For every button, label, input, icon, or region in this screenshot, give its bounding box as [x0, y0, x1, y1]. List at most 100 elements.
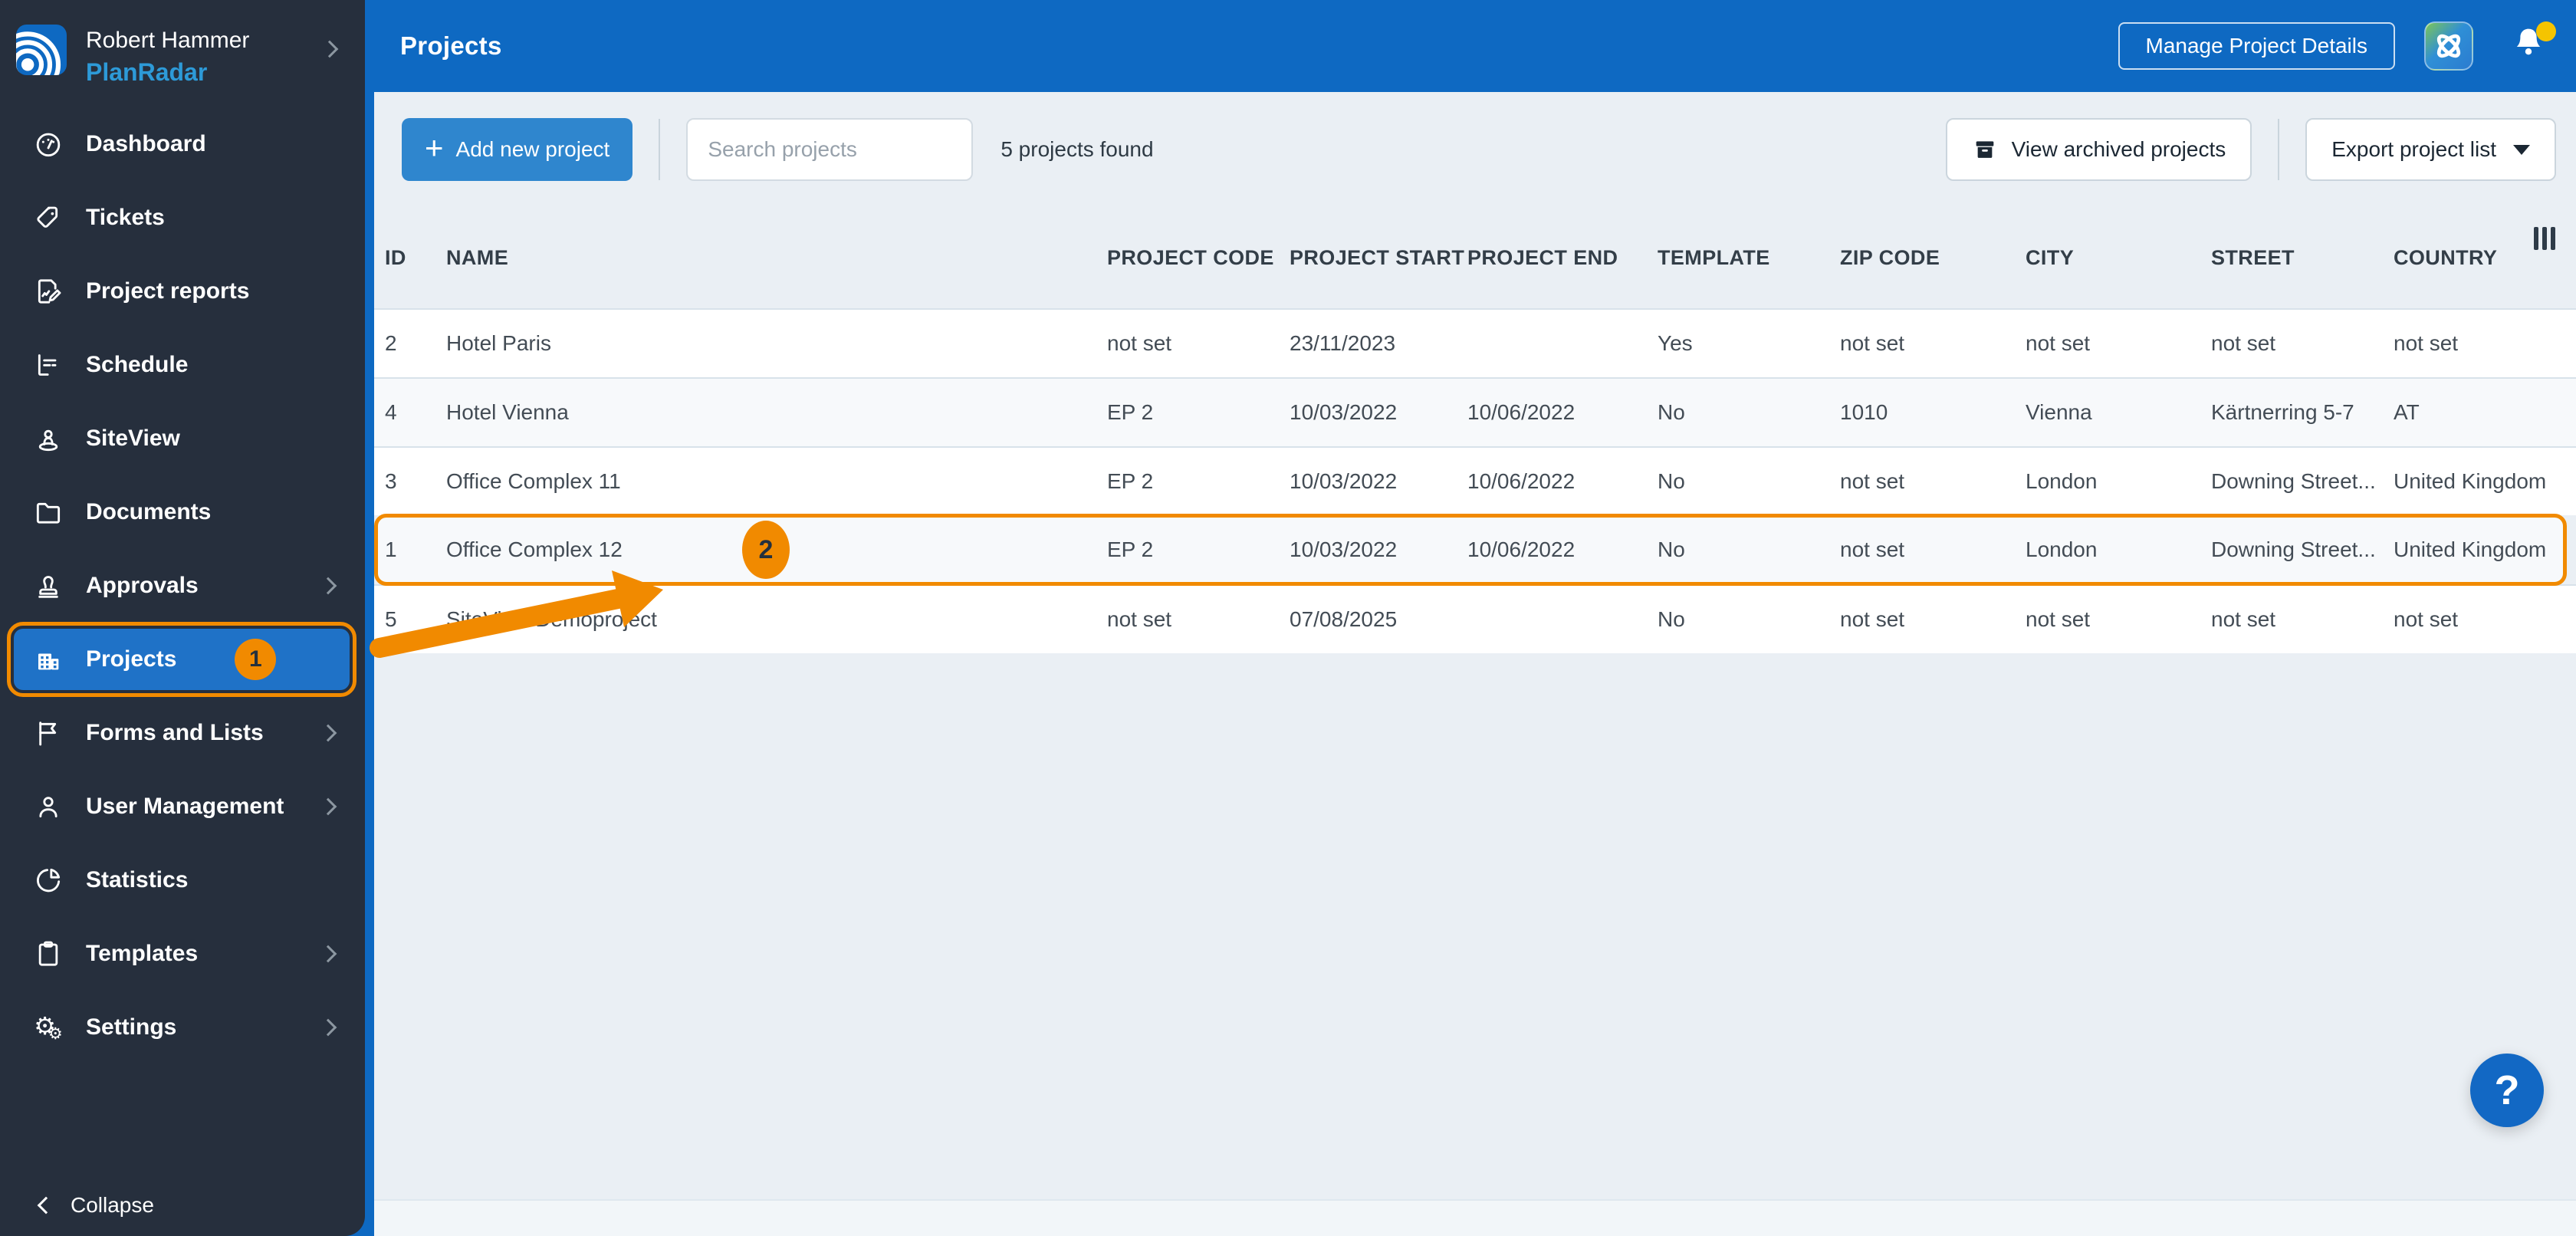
- chevron-right-icon: [319, 724, 337, 742]
- documents-icon: [31, 497, 66, 528]
- column-header-code[interactable]: PROJECT CODE: [1107, 246, 1290, 270]
- chevron-right-icon: [319, 1018, 337, 1037]
- export-project-list-label: Export project list: [2331, 137, 2496, 161]
- table-row[interactable]: 1 Office Complex 12 EP 2 10/03/2022 10/06/20…: [374, 514, 2567, 586]
- sidebar-item-label: Settings: [86, 1014, 177, 1040]
- table-row[interactable]: 5 SiteView Demoproject not set 07/08/2025 No…: [374, 584, 2576, 653]
- notifications-button[interactable]: [2510, 21, 2556, 67]
- sidebar-item-projects[interactable]: Projects 1: [7, 622, 356, 697]
- manage-project-details-button[interactable]: Manage Project Details: [2118, 22, 2395, 70]
- search-input[interactable]: [686, 118, 974, 181]
- sidebar-item-forms-and-lists[interactable]: Forms and Lists: [0, 696, 365, 770]
- templates-icon: [31, 939, 66, 969]
- cell-street: Downing Street...: [2211, 469, 2376, 493]
- cell-zip: 1010: [1840, 400, 1888, 424]
- help-button[interactable]: ?: [2470, 1054, 2544, 1127]
- cell-name: Hotel Vienna: [446, 400, 569, 424]
- sidebar-item-siteview[interactable]: SiteView: [0, 402, 365, 475]
- toolbar-divider: [2278, 119, 2280, 180]
- cell-street: Kärtnerring 5-7: [2211, 400, 2354, 424]
- approvals-icon: [31, 570, 66, 601]
- company-name: PlanRadar: [86, 58, 208, 86]
- chevron-right-icon: [319, 945, 337, 963]
- column-header-city[interactable]: CITY: [2026, 246, 2211, 270]
- column-header-end[interactable]: PROJECT END: [1467, 246, 1658, 270]
- column-header-name[interactable]: NAME: [446, 246, 1107, 270]
- user-profile[interactable]: Robert Hammer PlanRadar: [0, 0, 365, 100]
- cell-template: No: [1658, 537, 1685, 561]
- sidebar-item-templates[interactable]: Templates: [0, 917, 365, 991]
- view-archived-projects-button[interactable]: View archived projects: [1945, 118, 2252, 181]
- cell-template: No: [1658, 400, 1685, 424]
- user-name: Robert Hammer: [86, 28, 250, 53]
- table-row[interactable]: 4 Hotel Vienna EP 2 10/03/2022 10/06/2022 No 1…: [374, 377, 2576, 446]
- chevron-right-icon: [319, 797, 337, 816]
- step-badge-2: 2: [742, 521, 790, 579]
- archive-icon: [1976, 141, 1993, 158]
- cell-start: 23/11/2023: [1290, 331, 1396, 355]
- cell-city: London: [2026, 469, 2098, 493]
- cell-template: No: [1658, 607, 1685, 631]
- cell-country: not set: [2394, 607, 2459, 631]
- planradar-logo-icon: [16, 25, 67, 75]
- sidebar-item-tickets[interactable]: Tickets: [0, 181, 365, 255]
- column-header-zip[interactable]: ZIP CODE: [1840, 246, 2026, 270]
- column-header-template[interactable]: TEMPLATE: [1658, 246, 1840, 270]
- column-header-street[interactable]: STREET: [2211, 246, 2394, 270]
- cell-code: EP 2: [1107, 537, 1154, 561]
- sidebar-item-settings[interactable]: ⚙ ⚙ Settings: [0, 991, 365, 1064]
- sidebar-item-label: Templates: [86, 941, 199, 966]
- cell-street: not set: [2211, 607, 2276, 631]
- sidebar-item-approvals[interactable]: Approvals: [0, 549, 365, 623]
- cell-template: Yes: [1658, 331, 1693, 355]
- chevron-left-icon: [37, 1196, 55, 1215]
- cell-zip: not set: [1840, 331, 1905, 355]
- sidebar-item-label: Approvals: [86, 573, 199, 598]
- toolbar-divider: [659, 119, 661, 180]
- sidebar-item-statistics[interactable]: Statistics: [0, 843, 365, 917]
- cell-id: 3: [385, 469, 397, 493]
- cell-code: EP 2: [1107, 469, 1154, 493]
- schedule-icon: [31, 350, 66, 380]
- column-header-id[interactable]: ID: [385, 246, 446, 270]
- chevron-right-icon: [319, 577, 337, 595]
- sidebar-item-label: SiteView: [86, 426, 180, 451]
- forms-lists-icon: [31, 718, 66, 748]
- sidebar-item-label: Tickets: [86, 205, 165, 230]
- column-settings-icon[interactable]: [2534, 227, 2555, 250]
- cell-country: AT: [2394, 400, 2420, 424]
- planradar-x-app-icon[interactable]: [2424, 21, 2473, 71]
- cell-start: 10/03/2022: [1290, 537, 1398, 561]
- collapse-button[interactable]: Collapse: [37, 1193, 154, 1218]
- sidebar-item-label: Project reports: [86, 278, 250, 304]
- sidebar-item-schedule[interactable]: Schedule: [0, 328, 365, 402]
- sidebar-item-dashboard[interactable]: Dashboard: [0, 107, 365, 181]
- sidebar-nav: Dashboard Tickets Project reports Schedule S…: [0, 107, 365, 1064]
- cell-start: 10/03/2022: [1290, 469, 1398, 493]
- cell-start: 07/08/2025: [1290, 607, 1398, 631]
- siteview-icon: [31, 423, 66, 454]
- cell-city: not set: [2026, 607, 2091, 631]
- export-project-list-button[interactable]: Export project list: [2305, 118, 2556, 181]
- toolbar: + Add new project 5 projects found View …: [374, 92, 2576, 207]
- cell-country: United Kingdom: [2394, 469, 2547, 493]
- cell-code: not set: [1107, 331, 1172, 355]
- notification-dot: [2536, 21, 2556, 41]
- cell-name: SiteView Demoproject: [446, 607, 657, 631]
- cell-id: 4: [385, 400, 397, 424]
- add-new-project-button[interactable]: + Add new project: [402, 118, 633, 181]
- bottom-scroll-gutter: [374, 1199, 2576, 1236]
- sidebar-item-label: Dashboard: [86, 131, 206, 156]
- cell-country: not set: [2394, 331, 2459, 355]
- table-row[interactable]: 3 Office Complex 11 EP 2 10/03/2022 10/06/20…: [374, 446, 2576, 515]
- sidebar-item-user-management[interactable]: User Management: [0, 770, 365, 843]
- step-badge-1: 1: [235, 639, 277, 680]
- cell-zip: not set: [1840, 607, 1905, 631]
- cell-street: not set: [2211, 331, 2276, 355]
- settings-icon: ⚙ ⚙: [34, 1011, 63, 1043]
- cell-end: 10/06/2022: [1467, 469, 1576, 493]
- sidebar-item-project-reports[interactable]: Project reports: [0, 255, 365, 328]
- sidebar-item-documents[interactable]: Documents: [0, 475, 365, 549]
- column-header-start[interactable]: PROJECT START: [1290, 246, 1467, 270]
- table-row[interactable]: 2 Hotel Paris not set 23/11/2023 Yes not set n…: [374, 308, 2576, 377]
